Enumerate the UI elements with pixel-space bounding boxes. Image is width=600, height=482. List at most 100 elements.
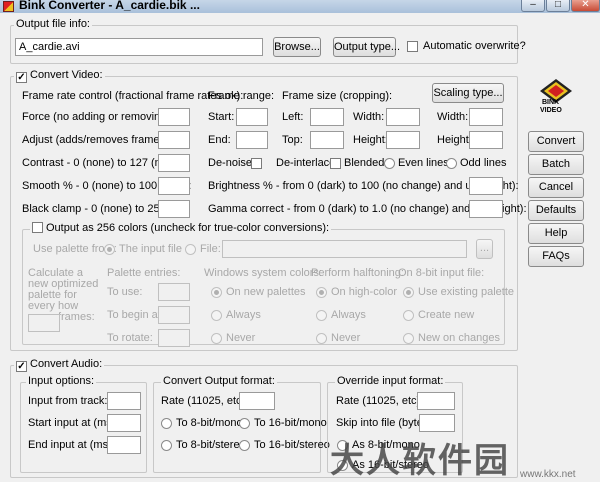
adjust-frame-rate-input[interactable] (158, 131, 190, 149)
to-16bit-stereo-label: To 16-bit/stereo (254, 439, 330, 451)
to-rotate-label: To rotate: (107, 332, 153, 344)
scale-width-input[interactable] (469, 108, 503, 126)
frame-end-input[interactable] (236, 131, 268, 149)
output-256-colors-checkbox[interactable] (32, 222, 43, 233)
to-8bit-mono-radio[interactable] (161, 418, 172, 429)
input-file-8bit-label: On 8-bit input file: (398, 267, 485, 279)
force-frame-rate-input[interactable] (158, 108, 190, 126)
watermark-url: www.kkx.net (520, 469, 576, 480)
palette-rotate-input[interactable] (158, 329, 190, 347)
existing-palette-label: Use existing palette (418, 286, 514, 298)
end-label: End: (208, 134, 231, 146)
syscolors-new-palettes-label: On new palettes (226, 286, 306, 298)
output-256-colors-label: Output as 256 colors (uncheck for true-c… (46, 222, 330, 234)
palette-file-input[interactable] (222, 240, 467, 258)
override-rate-input[interactable] (417, 392, 455, 410)
even-lines-radio[interactable] (384, 158, 395, 169)
palette-file-radio[interactable] (185, 244, 196, 255)
palette-file-label: File: (200, 243, 221, 255)
auto-overwrite-label: Automatic overwrite? (423, 40, 526, 52)
syscolors-always-radio[interactable] (211, 310, 222, 321)
existing-palette-radio[interactable] (403, 287, 414, 298)
to-16bit-stereo-radio[interactable] (239, 440, 250, 451)
output-filename-input[interactable]: A_cardie.avi (15, 38, 263, 56)
convert-video-group-title: ✓ Convert Video: (14, 69, 105, 83)
syscolors-new-palettes-radio[interactable] (211, 287, 222, 298)
end-input-ms-input[interactable] (107, 436, 141, 454)
smooth-input[interactable] (158, 177, 190, 195)
help-button[interactable]: Help (528, 223, 584, 244)
to-16bit-mono-label: To 16-bit/mono (254, 417, 327, 429)
output-rate-label: Rate (11025, etc): (161, 395, 249, 407)
window-title: Bink Converter - A_cardie.bik ... (19, 0, 200, 12)
crop-height-input[interactable] (386, 131, 420, 149)
convert-video-label: Convert Video: (30, 69, 103, 81)
output-rate-input[interactable] (239, 392, 275, 410)
minimize-button[interactable]: – (521, 0, 545, 12)
input-from-track-label: Input from track: (28, 395, 108, 407)
crop-width-label: Width: (353, 111, 385, 123)
faqs-button[interactable]: FAQs (528, 246, 584, 267)
crop-width-input[interactable] (386, 108, 420, 126)
denoise-checkbox[interactable] (251, 158, 262, 169)
close-button[interactable]: ✕ (571, 0, 600, 12)
to-16bit-mono-radio[interactable] (239, 418, 250, 429)
auto-overwrite-checkbox[interactable] (407, 41, 418, 52)
bink-video-logo: BINK VIDEO (538, 77, 574, 117)
scaling-type-button[interactable]: Scaling type... (432, 83, 504, 103)
create-new-radio[interactable] (403, 310, 414, 321)
palette-frames-input[interactable] (28, 314, 60, 332)
input-track-input[interactable] (107, 392, 141, 410)
crop-height-label: Height: (353, 134, 388, 146)
palette-file-browse-button[interactable]: ... (476, 239, 493, 259)
deinterlace-blended-checkbox[interactable] (330, 158, 341, 169)
cancel-button[interactable]: Cancel (528, 177, 584, 198)
start-input-at-label: Start input at (ms): (28, 417, 119, 429)
to-8bit-stereo-label: To 8-bit/stereo (176, 439, 246, 451)
halftone-never-label: Never (331, 332, 361, 344)
scale-width-label: Width: (437, 111, 469, 123)
to-8bit-mono-label: To 8-bit/mono (176, 417, 243, 429)
deinterlace-label: De-interlace: (276, 157, 339, 169)
output-type-button[interactable]: Output type... (333, 37, 400, 57)
gamma-input[interactable] (469, 200, 503, 218)
defaults-button[interactable]: Defaults (528, 200, 584, 221)
palette-input-file-radio[interactable] (104, 244, 115, 255)
bink-logo-text: BINK (542, 99, 560, 106)
syscolors-never-radio[interactable] (211, 333, 222, 344)
batch-button[interactable]: Batch (528, 154, 584, 175)
maximize-button[interactable]: □ (546, 0, 570, 12)
start-input-ms-input[interactable] (107, 414, 141, 432)
scale-height-input[interactable] (469, 131, 503, 149)
browse-button[interactable]: Browse... (273, 37, 321, 57)
convert-output-format-title: Convert Output format: (161, 375, 277, 387)
crop-top-input[interactable] (310, 131, 344, 149)
black-clamp-input[interactable] (158, 200, 190, 218)
denoise-label: De-noise: (208, 157, 256, 169)
palette-begin-at-input[interactable] (158, 306, 190, 324)
new-on-changes-radio[interactable] (403, 333, 414, 344)
halftone-high-color-radio[interactable] (316, 287, 327, 298)
halftone-never-radio[interactable] (316, 333, 327, 344)
odd-lines-radio[interactable] (446, 158, 457, 169)
halftone-always-radio[interactable] (316, 310, 327, 321)
contrast-input[interactable] (158, 154, 190, 172)
perform-halftoning-label: Perform halftoning: (311, 267, 404, 279)
crop-left-input[interactable] (310, 108, 344, 126)
convert-video-checkbox[interactable]: ✓ (16, 72, 27, 83)
left-label: Left: (282, 111, 304, 123)
convert-button[interactable]: Convert (528, 131, 584, 152)
top-label: Top: (282, 134, 303, 146)
skip-bytes-input[interactable] (419, 414, 455, 432)
convert-audio-checkbox[interactable]: ✓ (16, 361, 27, 372)
palette-to-use-input[interactable] (158, 283, 190, 301)
blended-label: Blended (344, 157, 385, 169)
override-rate-label: Rate (11025, etc): (336, 395, 424, 407)
override-input-format-title: Override input format: (335, 375, 446, 387)
brightness-input[interactable] (469, 177, 503, 195)
scale-height-label: Height: (437, 134, 472, 146)
to-8bit-stereo-radio[interactable] (161, 440, 172, 451)
frame-start-input[interactable] (236, 108, 268, 126)
watermark-text: 大人软件园 (330, 442, 510, 480)
convert-audio-label: Convert Audio: (30, 358, 103, 370)
